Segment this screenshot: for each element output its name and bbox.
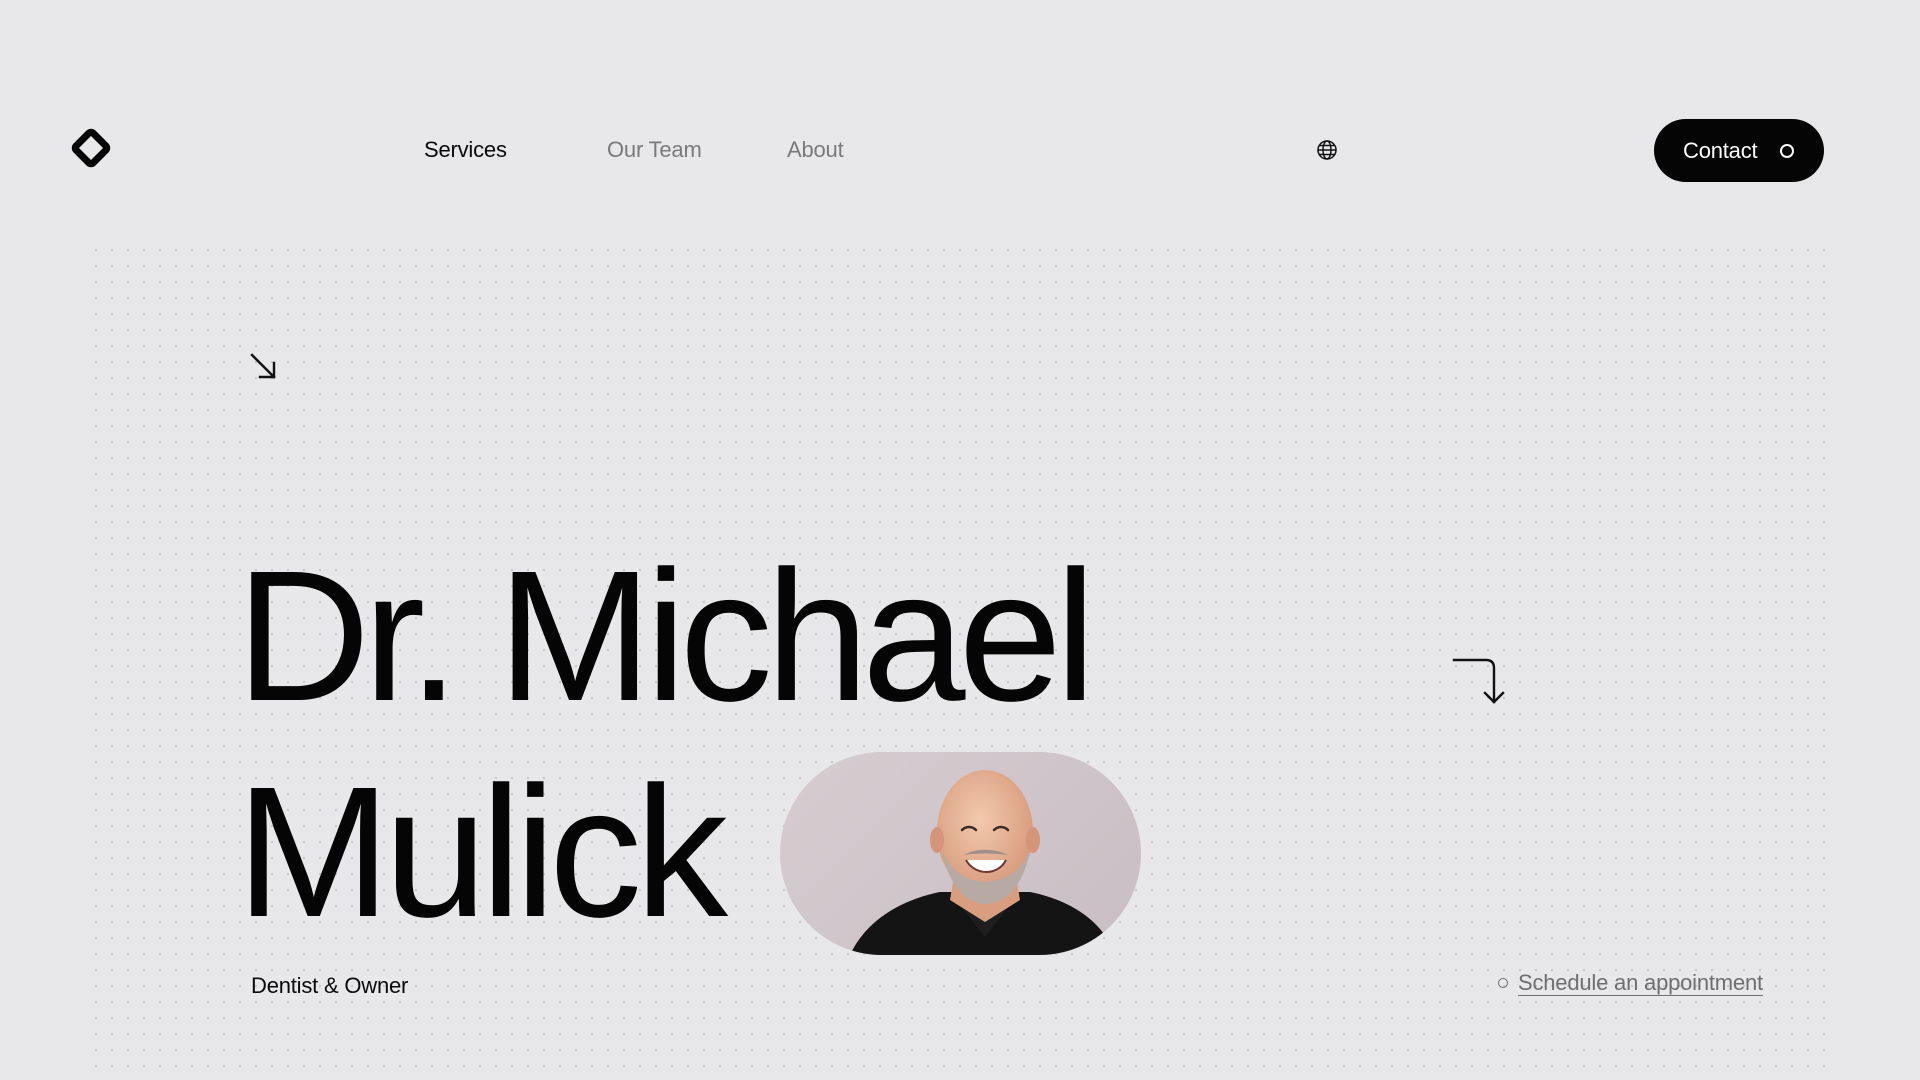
nav-services-link[interactable]: Services [424, 136, 507, 164]
diamond-logo-icon[interactable] [68, 125, 114, 171]
nav-about-link[interactable]: About [787, 136, 844, 164]
contact-button-label: Contact [1683, 137, 1758, 163]
schedule-appointment-label: Schedule an appointment [1518, 970, 1763, 995]
schedule-appointment-link[interactable]: Schedule an appointment [1498, 970, 1763, 996]
portrait-photo [780, 752, 1141, 955]
globe-icon[interactable] [1316, 139, 1338, 161]
page: Services Our Team About Contact Dr. Mich… [0, 0, 1920, 1080]
circle-icon [1498, 978, 1508, 988]
nav-our-team-link[interactable]: Our Team [607, 136, 702, 164]
hero-role-text: Dentist & Owner [251, 973, 409, 998]
contact-button[interactable]: Contact [1654, 119, 1824, 182]
arrow-down-right-icon [250, 353, 276, 379]
arrow-turn-down-icon [1452, 658, 1505, 704]
hero-name-line-2: Mulick [236, 749, 728, 956]
hero-name-line-1: Dr. Michael [236, 533, 1096, 740]
circle-icon [1780, 144, 1794, 158]
